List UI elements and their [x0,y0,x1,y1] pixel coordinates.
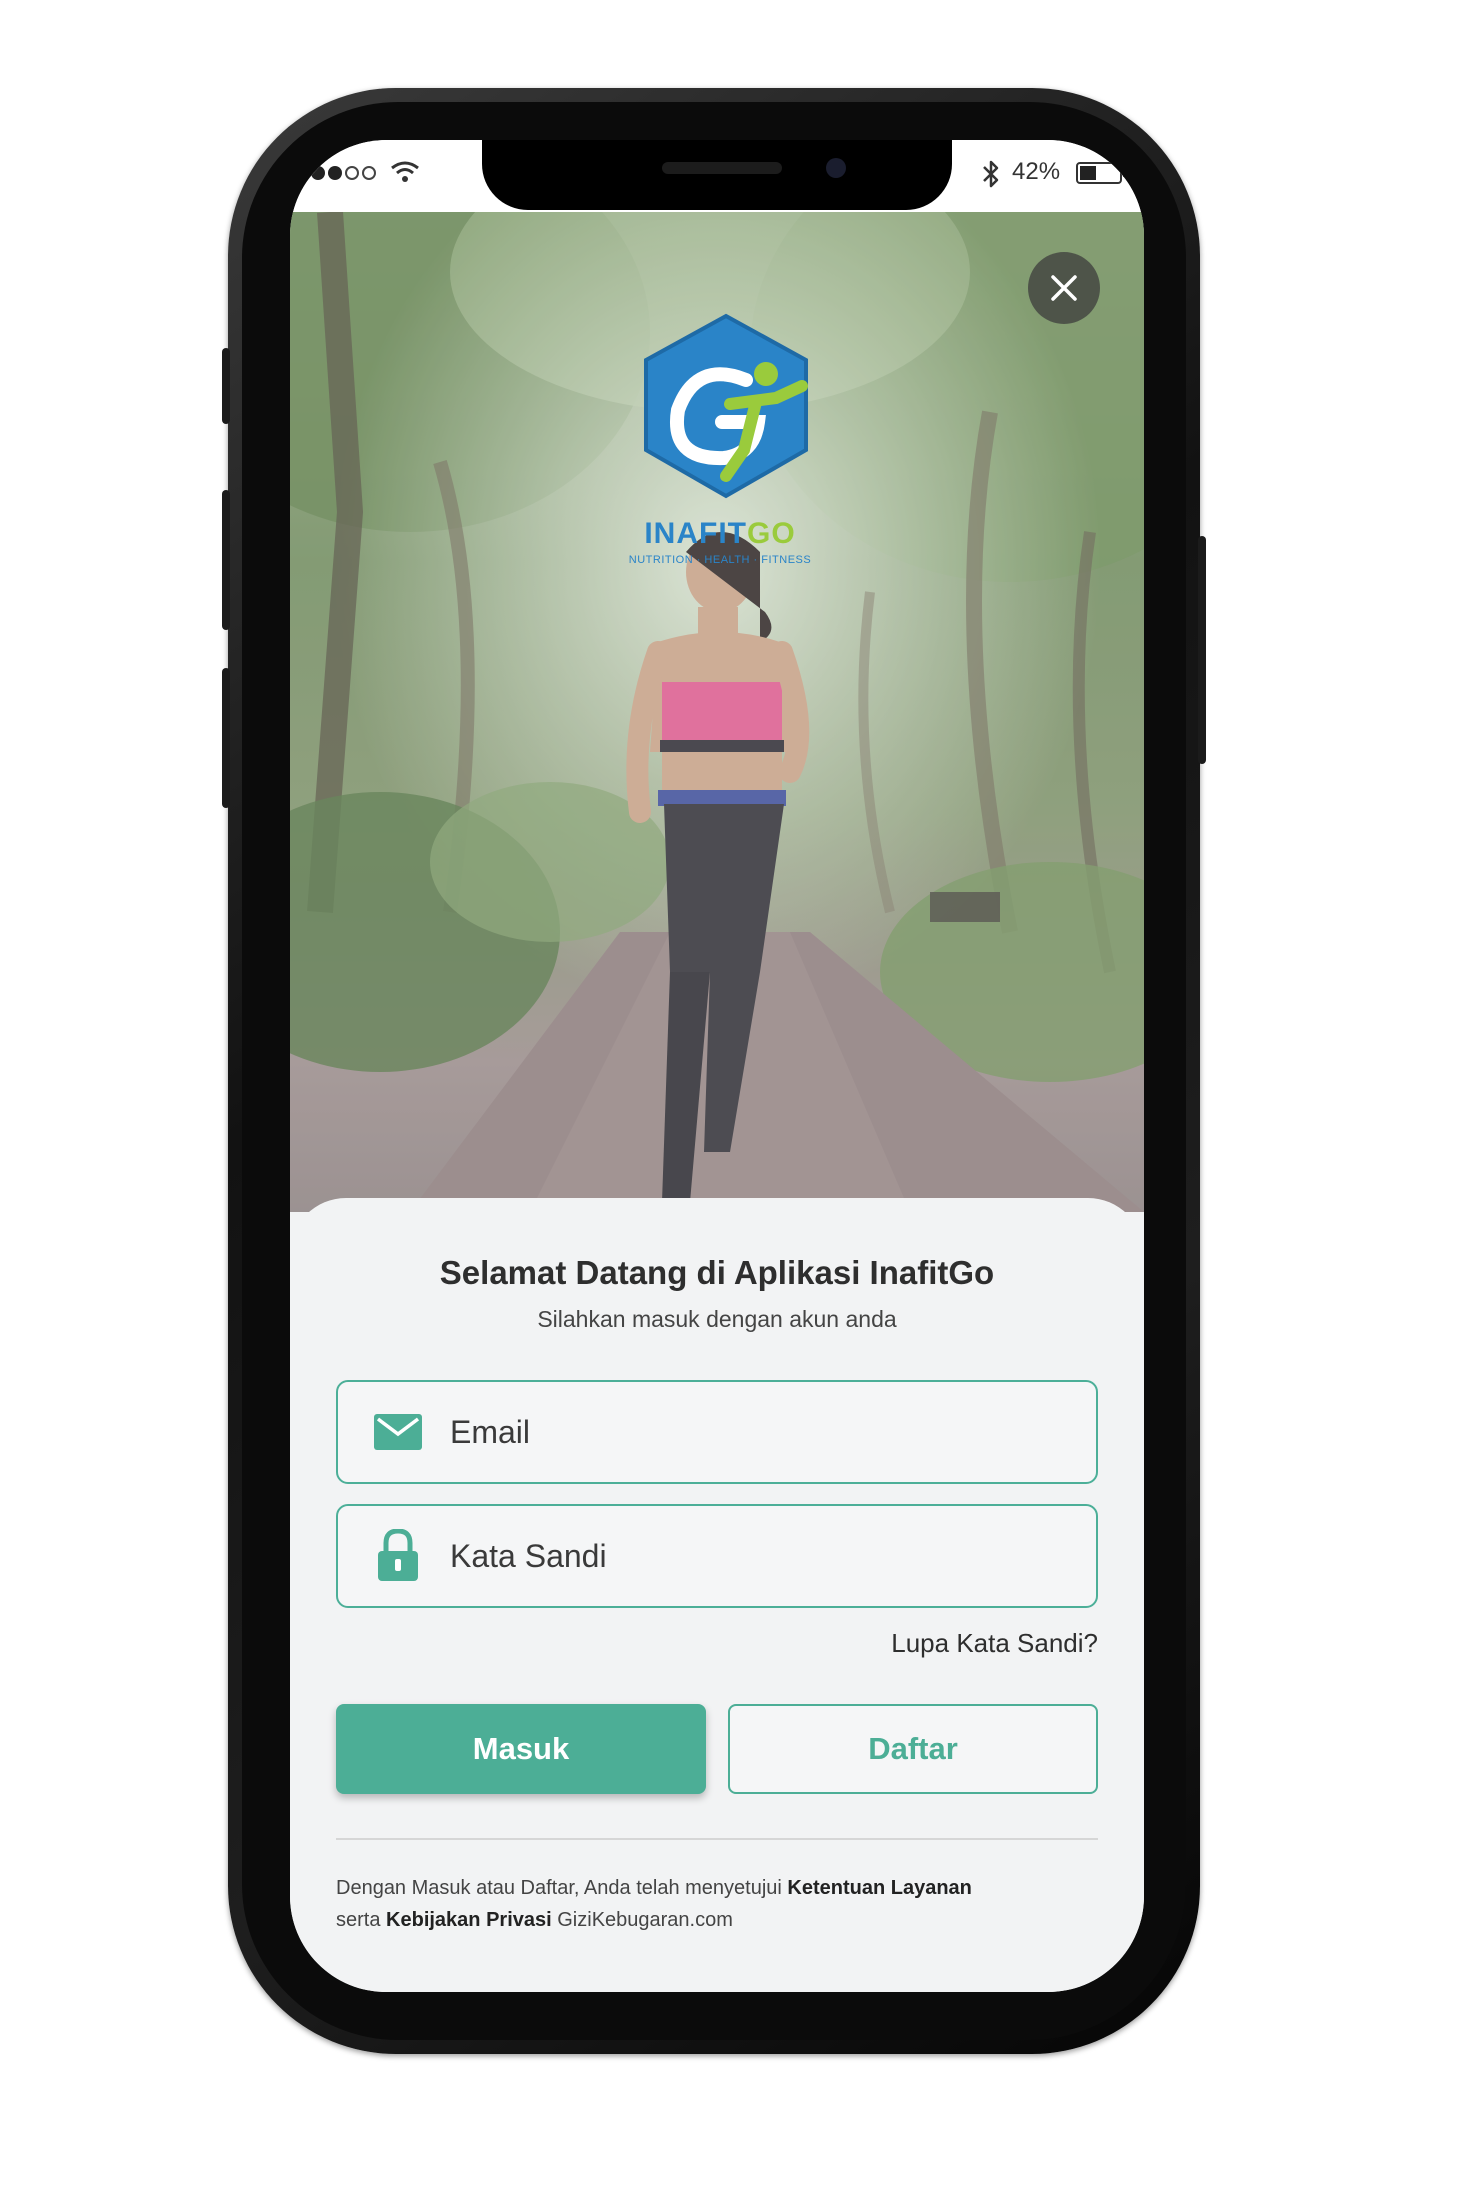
notch [482,140,952,210]
lock-icon [378,1529,418,1581]
login-card: Selamat Datang di Aplikasi InafitGo Sila… [290,1198,1144,1992]
terms-middle: serta [336,1909,387,1931]
inafitgo-logo [644,313,808,499]
logo-wordmark-part2: GO [746,517,796,550]
welcome-title: Selamat Datang di Aplikasi InafitGo [439,1254,995,1291]
mute-switch [222,348,230,424]
battery-percentage: 42% [1012,158,1061,185]
logo-wordmark-part1: INAFIT [644,517,747,550]
login-button[interactable]: Masuk [336,1704,706,1794]
speaker [662,162,782,174]
volume-up-button [222,490,230,630]
signal-strength [294,166,376,180]
welcome-subtitle: Silahkan masuk dengan akun anda [537,1306,897,1332]
terms-of-service-link[interactable]: Ketentuan Layanan [787,1877,971,1899]
terms-suffix: GiziKebugaran.com [551,1909,733,1931]
logo-tagline: NUTRITION · HEALTH · FITNESS [628,554,812,566]
forgot-password-link[interactable]: Lupa Kata Sandi? [891,1628,1098,1659]
password-input[interactable] [448,1536,1012,1576]
power-button [1198,536,1206,764]
front-camera [826,158,846,178]
status-bar: 42% [290,140,1144,212]
close-icon [1051,275,1077,301]
battery-icon [1076,162,1127,184]
close-button[interactable] [1028,252,1100,324]
wifi-icon [391,161,419,182]
privacy-policy-link[interactable]: Kebijakan Privasi [386,1909,552,1931]
email-icon [374,1414,422,1450]
register-button[interactable]: Daftar [728,1704,1098,1794]
divider [336,1838,1098,1840]
hero-photo: INAFITGO NUTRITION · HEALTH · FITNESS [290,212,1144,1212]
password-field[interactable] [336,1504,1098,1608]
terms-prefix: Dengan Masuk atau Daftar, Anda telah men… [336,1877,788,1899]
logo-wordmark: INAFITGO [620,517,820,551]
terms-notice: Dengan Masuk atau Daftar, Anda telah men… [336,1872,1106,1936]
email-field[interactable] [336,1380,1098,1484]
phone-screen: 42% INAFITGO NUTRITION · HEALTH · FITNES… [290,140,1144,1992]
volume-down-button [222,668,230,808]
bluetooth-icon [983,160,999,188]
email-input[interactable] [448,1412,1012,1452]
